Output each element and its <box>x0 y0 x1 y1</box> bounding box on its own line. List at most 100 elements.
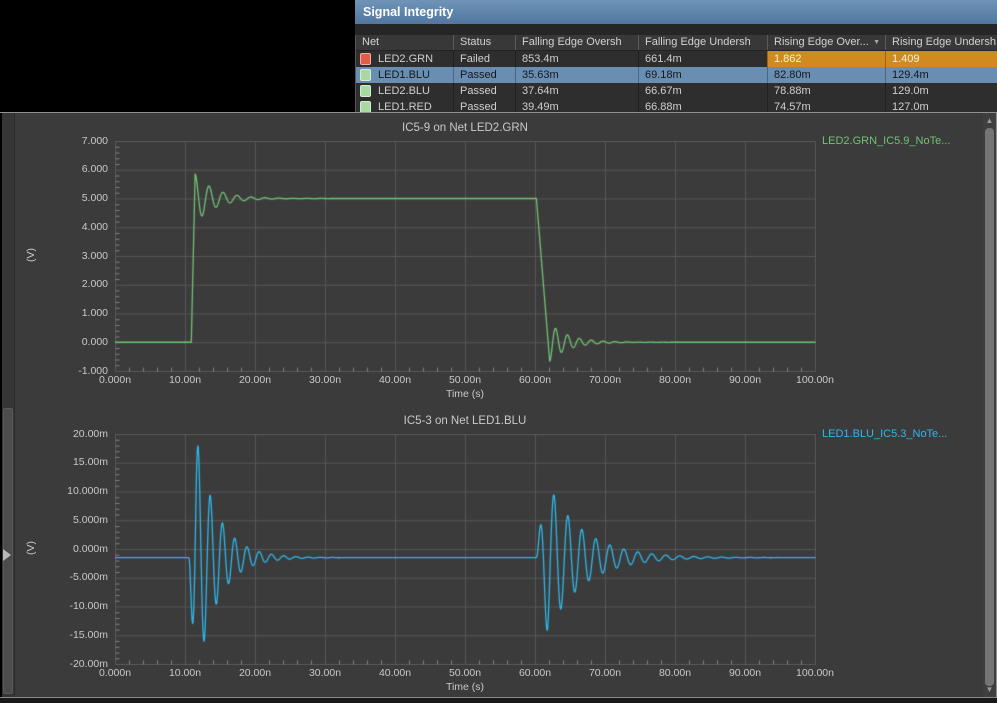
y-tick-label: 20.00m <box>36 428 108 440</box>
net-name: LED2.BLU <box>378 83 430 99</box>
y-tick-label: 10.000m <box>36 485 108 497</box>
net-cell: LED1.RED <box>356 99 453 112</box>
net-name: LED1.RED <box>378 99 432 112</box>
x-tick-label: 80.00n <box>640 374 710 386</box>
chart-title: IC5-3 on Net LED1.BLU <box>115 415 815 427</box>
feo-cell: 39.49m <box>515 99 638 112</box>
x-tick-label: 0.000n <box>80 667 150 679</box>
feu-cell: 661.4m <box>638 51 767 67</box>
x-axis-label: Time (s) <box>115 388 815 400</box>
reu-cell: 129.0m <box>885 83 997 99</box>
right-scrollbar-thumb[interactable] <box>985 128 994 686</box>
y-tick-label: 3.000 <box>36 250 108 262</box>
status-cell: Passed <box>453 83 515 99</box>
waveform-panel: IC5-9 on Net LED2.GRN (V) LED2.GRN_IC5.9… <box>0 112 997 698</box>
column-header-net[interactable]: Net <box>356 35 453 50</box>
status-swatch <box>360 69 371 81</box>
net-name: LED2.GRN <box>378 51 433 67</box>
net-cell: LED2.GRN <box>356 51 453 67</box>
feu-cell: 69.18m <box>638 67 767 83</box>
chart-led1-blu: IC5-3 on Net LED1.BLU (V) LED1.BLU_IC5.3… <box>0 406 980 699</box>
reu-cell: 129.4m <box>885 67 997 83</box>
feo-cell: 35.63m <box>515 67 638 83</box>
column-header-rising-edge-undershoot[interactable]: Rising Edge Undersh <box>885 35 997 50</box>
x-tick-label: 100.00n <box>780 667 850 679</box>
feo-cell: 853.4m <box>515 51 638 67</box>
net-cell: LED1.BLU <box>356 67 453 83</box>
y-tick-label: 5.000m <box>36 514 108 526</box>
reu-cell: 127.0m <box>885 99 997 112</box>
y-tick-label: 1.000 <box>36 307 108 319</box>
x-tick-label: 30.00n <box>290 667 360 679</box>
reo-cell: 1.862 <box>767 51 885 67</box>
y-tick-label: 4.000 <box>36 221 108 233</box>
y-tick-label: 7.000 <box>36 135 108 147</box>
column-header-falling-edge-overshoot[interactable]: Falling Edge Oversh <box>515 35 638 50</box>
status-cell: Passed <box>453 67 515 83</box>
panel-title: Signal Integrity <box>363 5 453 19</box>
black-backdrop <box>0 0 355 112</box>
y-tick-label: -10.00m <box>36 600 108 612</box>
net-cell: LED2.BLU <box>356 83 453 99</box>
y-tick-label: 2.000 <box>36 278 108 290</box>
status-swatch <box>360 101 371 112</box>
x-tick-label: 70.00n <box>570 667 640 679</box>
scroll-down-icon[interactable]: ▼ <box>983 685 996 695</box>
signal-integrity-panel: Signal Integrity Net Status Falling Edge… <box>355 0 997 112</box>
status-swatch <box>360 53 371 65</box>
table-header-row: Net Status Falling Edge Oversh Falling E… <box>356 35 997 51</box>
status-swatch <box>360 85 371 97</box>
x-tick-label: 0.000n <box>80 374 150 386</box>
feu-cell: 66.88m <box>638 99 767 112</box>
column-header-falling-edge-undershoot[interactable]: Falling Edge Undersh <box>638 35 767 50</box>
app-window: Signal Integrity Net Status Falling Edge… <box>0 0 997 703</box>
x-tick-label: 90.00n <box>710 667 780 679</box>
table-row-led2-grn[interactable]: LED2.GRN Failed 853.4m 661.4m 1.862 1.40… <box>356 51 997 67</box>
x-tick-label: 50.00n <box>430 374 500 386</box>
window-bottom-edge <box>0 698 997 703</box>
reo-cell: 78.88m <box>767 83 885 99</box>
panel-title-bar[interactable]: Signal Integrity <box>355 0 997 24</box>
net-name: LED1.BLU <box>378 67 430 83</box>
y-tick-label: 0.000m <box>36 543 108 555</box>
reo-cell: 82.80m <box>767 67 885 83</box>
x-tick-label: 30.00n <box>290 374 360 386</box>
chart-title: IC5-9 on Net LED2.GRN <box>115 122 815 134</box>
x-tick-label: 80.00n <box>640 667 710 679</box>
y-tick-label: 6.000 <box>36 163 108 175</box>
x-axis-label: Time (s) <box>115 681 815 693</box>
x-tick-label: 10.00n <box>150 374 220 386</box>
x-tick-label: 60.00n <box>500 667 570 679</box>
x-tick-label: 40.00n <box>360 374 430 386</box>
legend-led2-grn[interactable]: LED2.GRN_IC5.9_NoTe... <box>822 135 950 147</box>
plot-area-led1-blu[interactable] <box>115 434 816 665</box>
y-tick-label: 0.000 <box>36 336 108 348</box>
scroll-up-icon[interactable]: ▲ <box>983 116 996 126</box>
y-tick-label: 15.00m <box>36 456 108 468</box>
reu-cell: 1.409 <box>885 51 997 67</box>
column-header-status[interactable]: Status <box>453 35 515 50</box>
x-tick-label: 50.00n <box>430 667 500 679</box>
status-cell: Failed <box>453 51 515 67</box>
column-header-rising-edge-overshoot[interactable]: Rising Edge Over... ▼ <box>767 35 885 50</box>
waveform-canvas[interactable] <box>115 434 816 665</box>
x-tick-label: 70.00n <box>570 374 640 386</box>
x-tick-label: 40.00n <box>360 667 430 679</box>
waveform-canvas[interactable] <box>115 141 816 372</box>
right-scrollbar[interactable]: ▲ ▼ <box>983 113 996 697</box>
x-tick-label: 20.00n <box>220 667 290 679</box>
table-row-led1-red[interactable]: LED1.RED Passed 39.49m 66.88m 74.57m 127… <box>356 99 997 112</box>
feu-cell: 66.67m <box>638 83 767 99</box>
results-table: Net Status Falling Edge Oversh Falling E… <box>355 35 997 112</box>
table-row-led2-blu[interactable]: LED2.BLU Passed 37.64m 66.67m 78.88m 129… <box>356 83 997 99</box>
sort-desc-icon: ▼ <box>873 39 880 47</box>
x-tick-label: 10.00n <box>150 667 220 679</box>
x-tick-label: 20.00n <box>220 374 290 386</box>
y-tick-label: 5.000 <box>36 192 108 204</box>
x-tick-label: 90.00n <box>710 374 780 386</box>
legend-led1-blu[interactable]: LED1.BLU_IC5.3_NoTe... <box>822 428 947 440</box>
table-row-led1-blu[interactable]: LED1.BLU Passed 35.63m 69.18m 82.80m 129… <box>356 67 997 83</box>
y-tick-label: -5.000m <box>36 571 108 583</box>
reo-cell: 74.57m <box>767 99 885 112</box>
plot-area-led2-grn[interactable] <box>115 141 816 372</box>
